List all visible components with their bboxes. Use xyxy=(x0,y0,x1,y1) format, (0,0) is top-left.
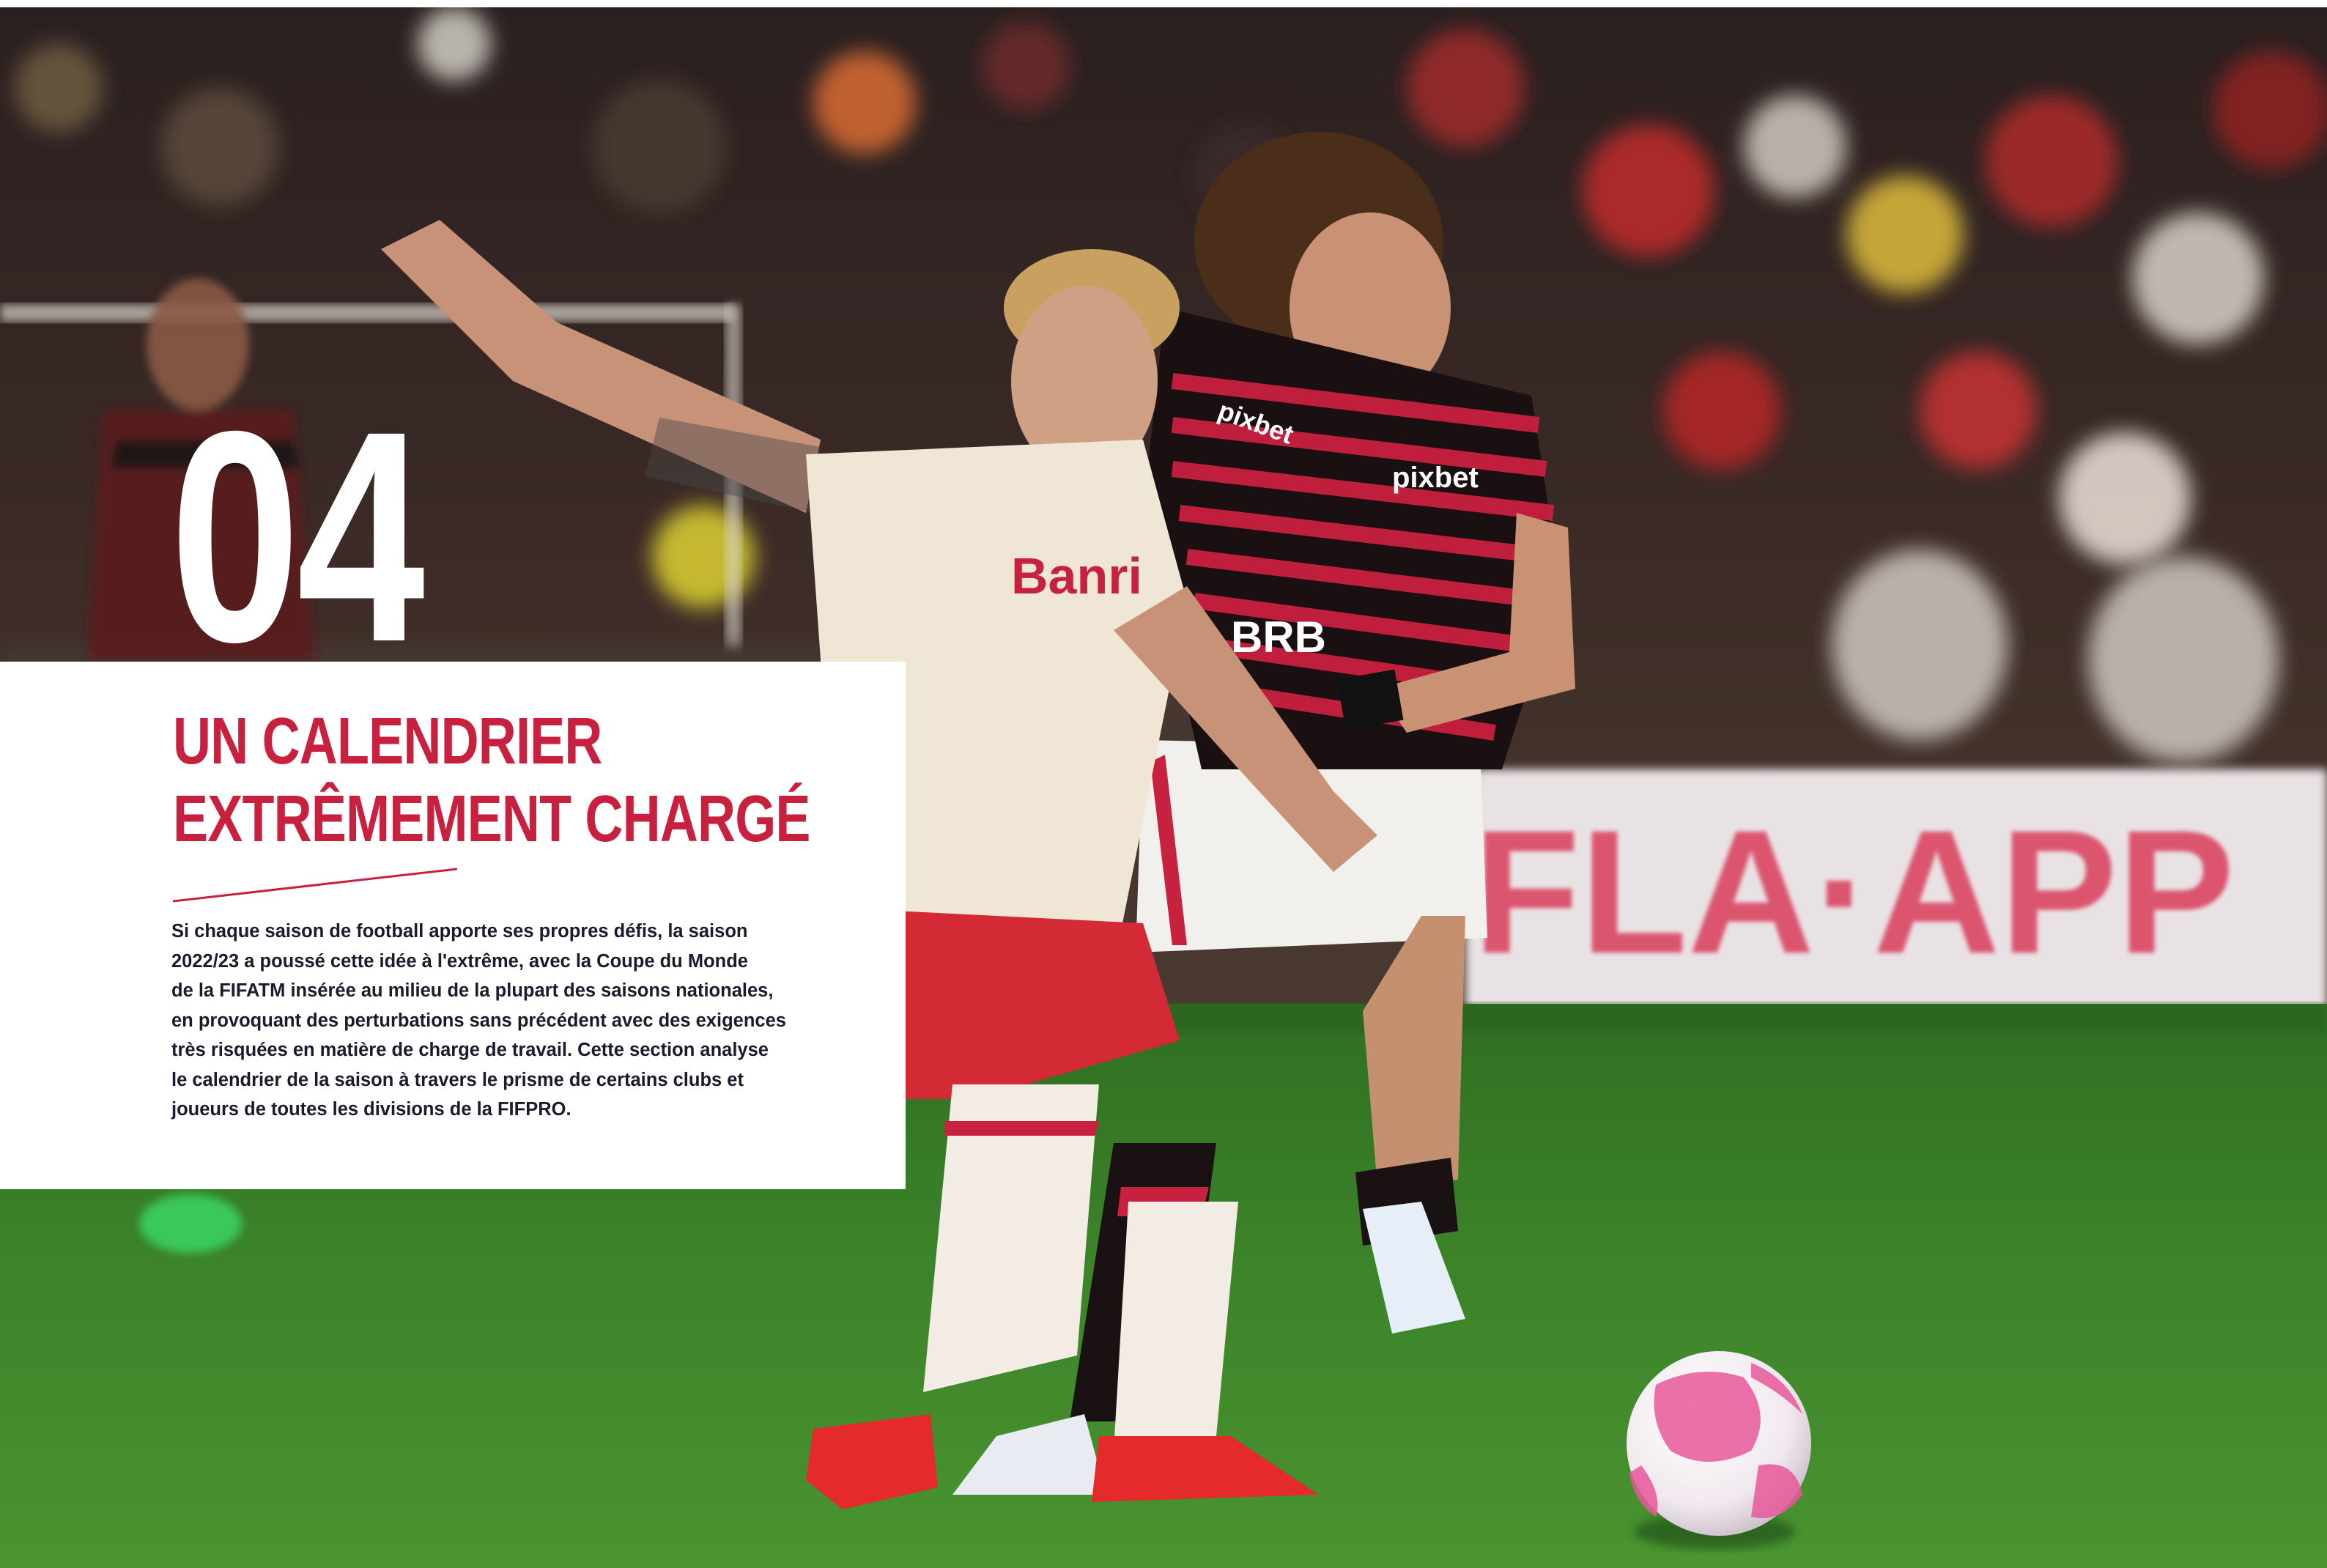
svg-text:FLA·APP: FLA·APP xyxy=(1473,794,2235,990)
intro-line: le calendrier de la saison à travers le … xyxy=(171,1069,744,1090)
svg-text:pixbet: pixbet xyxy=(1392,462,1479,494)
chapter-intro-paragraph: Si chaque saison de football apporte ses… xyxy=(171,917,816,1125)
intro-line: joueurs de toutes les divisions de la FI… xyxy=(171,1099,571,1120)
intro-line: de la FIFATM insérée au milieu de la plu… xyxy=(171,980,774,1001)
intro-line: Si chaque saison de football apporte ses… xyxy=(171,921,748,942)
chapter-number: 04 xyxy=(170,410,424,663)
svg-text:BRB: BRB xyxy=(1231,613,1326,662)
title-underline-rule xyxy=(172,868,458,903)
chapter-title-line: UN CALENDRIER xyxy=(173,705,602,778)
chapter-intro-panel: UN CALENDRIER EXTRÊMEMENT CHARGÉ Si chaq… xyxy=(0,662,906,1189)
top-white-strip xyxy=(0,0,2327,7)
chapter-title-line: EXTRÊMEMENT CHARGÉ xyxy=(173,783,810,856)
intro-line: très risquées en matière de charge de tr… xyxy=(171,1040,769,1060)
svg-text:Banri: Banri xyxy=(1011,547,1142,604)
intro-line: 2022/23 a poussé cette idée à l'extrême,… xyxy=(171,950,748,972)
intro-line: en provoquant des perturbations sans pré… xyxy=(171,1010,786,1031)
chapter-title: UN CALENDRIER EXTRÊMEMENT CHARGÉ xyxy=(173,703,810,858)
